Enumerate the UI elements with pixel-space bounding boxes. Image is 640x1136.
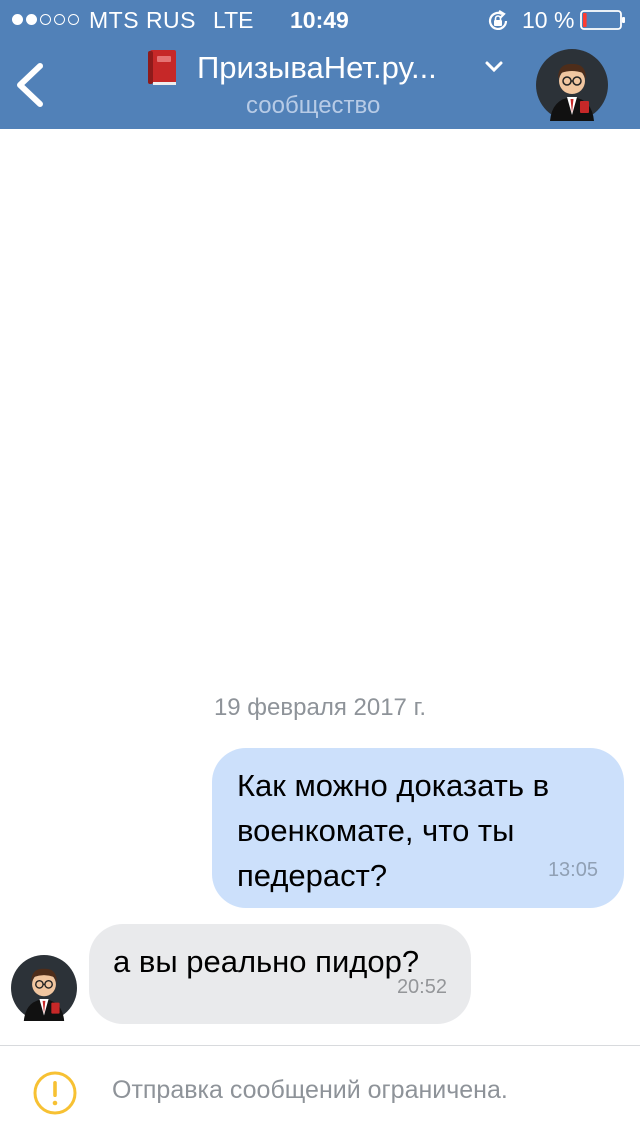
chevron-left-icon[interactable] <box>12 60 48 110</box>
incoming-message-bubble[interactable]: а вы реально пидор? 20:52 <box>89 924 471 1024</box>
sender-avatar[interactable] <box>11 955 77 1021</box>
message-line: Как можно доказать в <box>237 768 550 803</box>
message-time: 20:52 <box>396 976 447 998</box>
outgoing-message-bubble[interactable]: Как можно доказать в военкомате, что ты … <box>212 748 624 908</box>
red-book-icon <box>148 50 176 85</box>
chevron-down-icon[interactable] <box>484 60 504 74</box>
status-time: 10:49 <box>290 7 349 33</box>
network-type: LTE <box>213 7 254 33</box>
rotation-lock-icon <box>488 10 508 30</box>
chat-subtitle: сообщество <box>246 92 381 119</box>
carrier-name: MTS RUS <box>89 7 196 33</box>
messaging-restricted-notice: Отправка сообщений ограничена. <box>112 1076 508 1104</box>
app-header: MTS RUS LTE 10:49 10 % ПризываНет.ру... … <box>0 0 640 129</box>
message-time: 13:05 <box>547 859 598 881</box>
signal-strength-icon <box>12 14 79 25</box>
warning-icon <box>33 1071 77 1115</box>
battery-icon <box>580 10 625 30</box>
chat-title[interactable]: ПризываНет.ру... <box>197 50 437 86</box>
battery-percentage: 10 % <box>522 7 575 33</box>
date-separator: 19 февраля 2017 г. <box>213 694 427 721</box>
status-bar: MTS RUS LTE 10:49 10 % <box>0 0 640 40</box>
community-avatar[interactable] <box>536 49 608 121</box>
message-line: военкомате, что ты <box>237 813 515 848</box>
composer-divider <box>0 1045 640 1046</box>
